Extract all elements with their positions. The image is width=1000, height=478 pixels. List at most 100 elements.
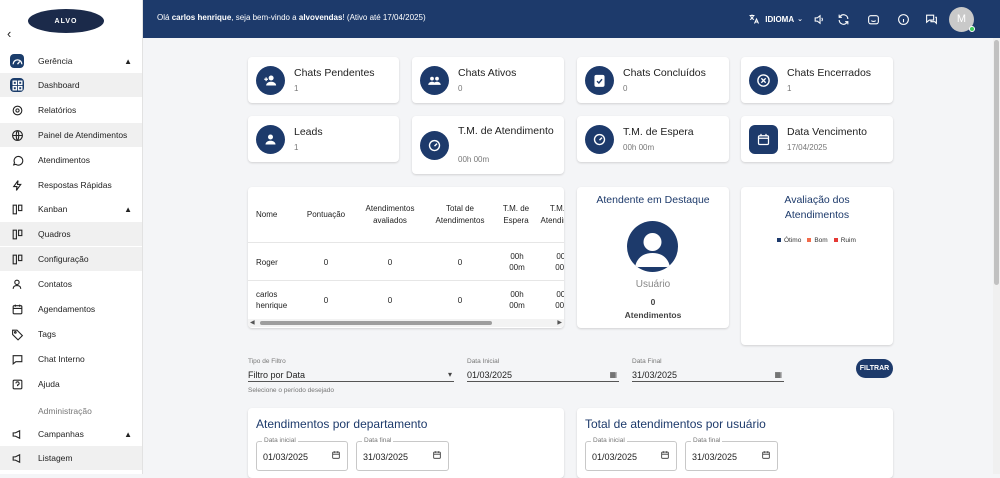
start-date-input[interactable]: 01/03/2025 ▦ [467, 368, 619, 382]
scrollbar-thumb[interactable] [260, 321, 492, 325]
table-cell: 00h 00m [555, 252, 564, 272]
calendar-icon[interactable] [660, 450, 670, 460]
calendar-icon[interactable] [432, 450, 442, 460]
stat-title: Chats Concluídos [623, 67, 706, 79]
online-status-dot [969, 25, 975, 32]
user-end-date-input[interactable]: Data final 31/03/2025 [685, 437, 778, 471]
user-name: carlos henrique [171, 13, 232, 22]
kanban-icon [10, 252, 24, 266]
table-cell: Roger [256, 257, 278, 267]
sidebar-item-relatorios[interactable]: Relatórios [0, 98, 142, 122]
page-scrollbar[interactable] [993, 38, 1000, 474]
volume-icon [814, 14, 823, 24]
reports-icon [10, 103, 24, 117]
volume-button[interactable] [807, 7, 831, 31]
sidebar-item-tags[interactable]: Tags [0, 322, 142, 346]
collapse-sidebar-icon[interactable]: ‹ [7, 26, 11, 41]
sidebar-item-label: Quadros [38, 229, 71, 239]
messages-icon [925, 14, 937, 25]
calendar-icon[interactable]: ▦ [609, 370, 617, 379]
legend-item-bom: Bom [807, 237, 828, 244]
sidebar-item-dashboard[interactable]: Dashboard [0, 73, 142, 97]
messages-button[interactable] [919, 7, 943, 31]
welcome-message: Olá carlos henrique, seja bem-vindo a al… [157, 13, 426, 22]
calendar-icon [10, 302, 24, 316]
featured-count: 0 [650, 297, 656, 307]
stat-title: T.M. de Espera [623, 126, 694, 138]
sidebar-item-label: Kanban [38, 204, 68, 214]
megaphone-icon [10, 451, 24, 465]
sidebar-item-quadros[interactable]: Quadros [0, 222, 142, 246]
scroll-left-icon[interactable]: ◀ [250, 319, 255, 326]
stat-value: 1 [294, 84, 299, 93]
calendar-icon[interactable] [331, 450, 341, 460]
chat-icon [10, 352, 24, 366]
sidebar-item-contatos[interactable]: Contatos [0, 272, 142, 296]
gauge-icon [10, 54, 24, 68]
stat-card-chats-ativos: Chats Ativos 0 [412, 57, 564, 103]
sidebar-item-agendamentos[interactable]: Agendamentos [0, 297, 142, 321]
dept-start-date-input[interactable]: Data inicial 01/03/2025 [256, 437, 348, 471]
filter-type-label: Tipo de Filtro [248, 358, 286, 365]
sidebar-item-label: Atendimentos [38, 155, 90, 165]
calendar-icon[interactable] [761, 450, 771, 460]
filter-type-select[interactable]: Filtro por Data ▾ [248, 368, 454, 382]
top-bar: Olá carlos henrique, seja bem-vindo a al… [143, 0, 1000, 38]
logo-text: ALVO [54, 17, 78, 25]
table-cell: 0 [457, 257, 463, 267]
table-cell: 00h 00m [509, 252, 525, 272]
refresh-icon [838, 13, 848, 25]
language-selector[interactable]: IDIOMA ⌄ [748, 13, 803, 25]
chevron-up-icon: ▲ [124, 56, 132, 66]
scrollbar-thumb[interactable] [994, 40, 999, 285]
sidebar-item-painel-de-atendimentos[interactable]: Painel de Atendimentos [0, 123, 142, 147]
sidebar-item-campanhas[interactable]: Campanhas ▲ [0, 422, 142, 446]
panel-title: Total de atendimentos por usuário [585, 417, 766, 431]
sidebar-item-ajuda[interactable]: Ajuda [0, 372, 142, 396]
table-horizontal-scrollbar[interactable]: ◀ ▶ [248, 319, 564, 327]
sidebar-item-chat-interno[interactable]: Chat Interno [0, 347, 142, 371]
refresh-button[interactable] [831, 7, 855, 31]
stat-card-leads: Leads 1 [248, 116, 399, 162]
section-title-administracao: Administração [38, 406, 92, 416]
stat-title: Chats Encerrados [787, 67, 872, 79]
avatar-initial: M [956, 13, 967, 25]
close-circle-icon [749, 66, 778, 95]
greeting-prefix: Olá [157, 13, 170, 22]
sidebar-item-label: Chat Interno [38, 354, 85, 364]
sidebar-item-label: Ajuda [38, 379, 60, 389]
user-start-date-input[interactable]: Data inicial 01/03/2025 [585, 437, 677, 471]
end-date-label: Data Final [632, 358, 662, 365]
sidebar-item-respostas-rapidas[interactable]: Respostas Rápidas [0, 173, 142, 197]
scroll-right-icon[interactable]: ▶ [557, 319, 562, 326]
chevron-up-icon: ▲ [124, 204, 132, 214]
table-cell: 0 [323, 295, 329, 305]
chatbot-button[interactable] [861, 7, 885, 31]
table-cell: carlos henrique [256, 290, 288, 310]
translate-icon [749, 14, 760, 24]
sidebar-item-label: Gerência [38, 56, 73, 66]
end-date-input[interactable]: 31/03/2025 ▦ [632, 368, 784, 382]
info-button[interactable] [891, 7, 915, 31]
sidebar-item-gerencia[interactable]: Gerência ▲ [0, 49, 142, 73]
add-user-icon [256, 66, 285, 95]
calendar-icon[interactable]: ▦ [774, 370, 782, 379]
filter-button[interactable]: FILTRAR [856, 359, 893, 378]
sidebar-item-configuracao[interactable]: Configuração [0, 247, 142, 271]
stat-value: 1 [787, 84, 792, 93]
field-label: Data final [691, 437, 723, 444]
filter-type-value: Filtro por Data [248, 369, 306, 380]
dept-end-date-input[interactable]: Data final 31/03/2025 [356, 437, 449, 471]
featured-title: Atendente em Destaque [596, 194, 710, 206]
table-cell: 00h 00m [555, 290, 564, 310]
globe-icon [10, 128, 24, 142]
sidebar-item-kanban[interactable]: Kanban ▲ [0, 197, 142, 221]
avatar[interactable]: M [949, 6, 975, 32]
table-cell: 0 [457, 295, 463, 305]
sidebar-item-atendimentos[interactable]: Atendimentos [0, 148, 142, 172]
legend-item-ruim: Ruim [833, 237, 856, 244]
field-label: Data final [362, 437, 394, 444]
sidebar-item-listagem[interactable]: Listagem [0, 446, 142, 470]
legend-label: Bom [814, 237, 828, 244]
stat-card-tm-atendimento: T.M. de Atendimento 00h 00m [412, 116, 564, 174]
